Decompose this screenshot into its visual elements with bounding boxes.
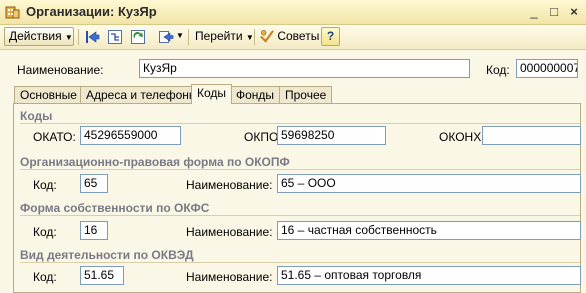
organization-icon bbox=[5, 6, 20, 19]
okopf-name-label: Наименование: bbox=[186, 178, 273, 192]
okved-code-label: Код: bbox=[33, 270, 57, 284]
okpo-input[interactable]: 59698250 bbox=[277, 126, 386, 145]
chevron-down-icon: ▼ bbox=[64, 33, 73, 42]
tab-funds[interactable]: Фонды bbox=[230, 86, 281, 103]
close-button[interactable]: × bbox=[566, 4, 582, 20]
go-to-dropdown-icon[interactable] bbox=[158, 29, 174, 45]
goto-menu-button[interactable]: Перейти ▼ bbox=[195, 27, 254, 46]
actions-menu-button[interactable]: Действия ▼ bbox=[4, 27, 74, 46]
section-divider bbox=[20, 169, 580, 170]
tab-other[interactable]: Прочее bbox=[279, 86, 333, 103]
okved-name-label: Наименование: bbox=[186, 270, 273, 284]
okfs-code-label: Код: bbox=[33, 225, 57, 239]
chevron-down-icon: ▼ bbox=[245, 33, 254, 42]
okved-code-input[interactable]: 51.65 bbox=[80, 266, 124, 285]
tab-main[interactable]: Основные bbox=[14, 86, 83, 103]
title-bar: Организации: КузЯр _ □ × bbox=[0, 0, 586, 25]
okopf-name-input[interactable]: 65 – ООО bbox=[277, 174, 581, 193]
name-input[interactable]: КузЯр bbox=[139, 59, 470, 78]
okopf-code-input[interactable]: 65 bbox=[80, 174, 108, 193]
tips-icon bbox=[260, 30, 274, 43]
section-divider bbox=[20, 262, 580, 263]
refresh-icon[interactable] bbox=[130, 29, 146, 45]
toolbar-separator bbox=[78, 29, 79, 45]
goto-label: Перейти bbox=[195, 29, 243, 43]
okonh-input[interactable] bbox=[482, 126, 581, 145]
okved-name-input[interactable]: 51.65 – оптовая торговля bbox=[277, 266, 581, 285]
tips-button[interactable]: Советы bbox=[259, 27, 319, 46]
tab-addresses-phones[interactable]: Адреса и телефоны bbox=[80, 86, 204, 103]
chevron-down-icon[interactable]: ▼ bbox=[176, 31, 184, 40]
okonh-label: ОКОНХ: bbox=[439, 130, 485, 144]
window-title: Организации: КузЯр bbox=[26, 4, 157, 19]
toolbar-separator bbox=[254, 29, 255, 45]
code-input[interactable]: 000000007 bbox=[516, 59, 578, 78]
okfs-name-label: Наименование: bbox=[186, 225, 273, 239]
okfs-name-input[interactable]: 16 – частная собственность bbox=[277, 221, 581, 240]
help-button[interactable]: ? bbox=[321, 27, 340, 46]
okpo-label: ОКПО: bbox=[244, 130, 282, 144]
maximize-button[interactable]: □ bbox=[546, 4, 562, 20]
okopf-section-title: Организационно-правовая форма по ОКОПФ bbox=[20, 155, 290, 169]
section-divider bbox=[20, 215, 580, 216]
minimize-button[interactable]: _ bbox=[526, 4, 542, 20]
okfs-section-title: Форма собственности по ОКФС bbox=[20, 201, 210, 215]
actions-label: Действия bbox=[9, 29, 62, 43]
tips-label: Советы bbox=[277, 29, 320, 43]
go-to-first-icon[interactable] bbox=[84, 29, 100, 45]
tab-codes[interactable]: Коды bbox=[191, 84, 233, 104]
toolbar-separator bbox=[188, 29, 189, 45]
codes-section-title: Коды bbox=[20, 109, 53, 123]
code-label: Код: bbox=[486, 63, 510, 77]
okopf-code-label: Код: bbox=[33, 178, 57, 192]
okato-input[interactable]: 45296559000 bbox=[80, 126, 181, 145]
toolbar: Действия ▼ ▼ Перейти ▼ Советы ? bbox=[0, 25, 586, 50]
okved-section-title: Вид деятельности по ОКВЭД bbox=[20, 248, 194, 262]
section-divider bbox=[20, 123, 580, 124]
okfs-code-input[interactable]: 16 bbox=[80, 221, 108, 240]
name-label: Наименование: bbox=[17, 63, 104, 77]
structure-icon[interactable] bbox=[107, 29, 123, 45]
okato-label: ОКАТО: bbox=[33, 130, 76, 144]
